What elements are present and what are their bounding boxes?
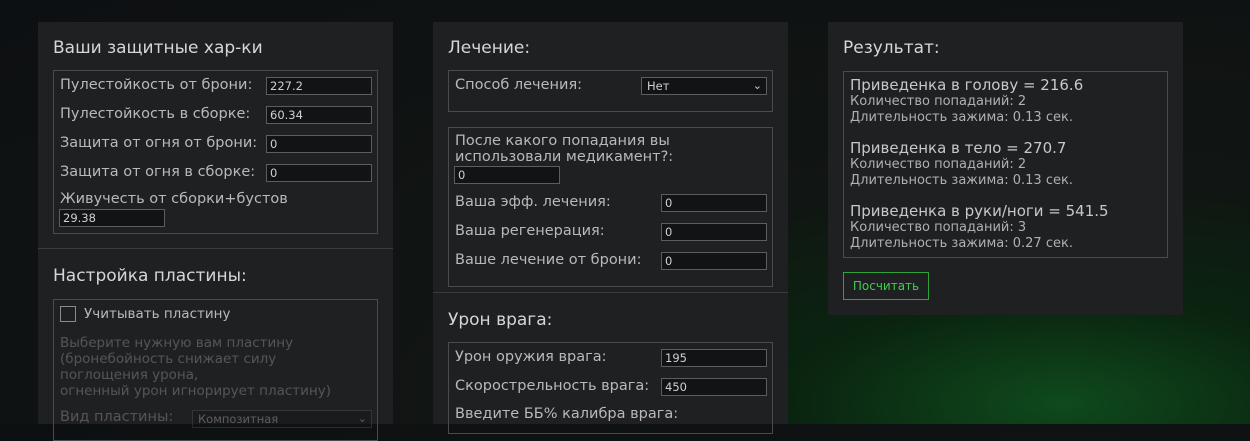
divider bbox=[38, 248, 393, 249]
armor-heal-input[interactable] bbox=[661, 252, 767, 270]
enemy-caliber-label: Введите ББ% калибра врага: bbox=[455, 406, 679, 422]
result-hits: Количество попаданий: 2 bbox=[850, 157, 1027, 172]
armor-bullet-label: Пулестойкость от брони: bbox=[60, 77, 253, 93]
healing-method-select[interactable]: Нет ⌄ bbox=[641, 77, 767, 95]
after-hit-label: После какого попадания вы bbox=[455, 133, 670, 149]
build-bullet-input[interactable] bbox=[266, 106, 372, 124]
enemy-box: Урон оружия врага: Скорострельность враг… bbox=[448, 342, 773, 434]
plate-hint-line: (бронебойность снижает силу bbox=[60, 351, 277, 367]
healing-panel: Лечение: Способ лечения: Нет ⌄ После как… bbox=[433, 22, 788, 434]
result-hits: Количество попаданий: 2 bbox=[850, 94, 1027, 109]
healing-method-box: Способ лечения: Нет ⌄ bbox=[448, 70, 773, 112]
enemy-damage-label: Урон оружия врага: bbox=[455, 349, 607, 365]
after-hit-label: использовали медикамент?: bbox=[455, 149, 674, 165]
armor-fire-label: Защита от огня от брони: bbox=[60, 135, 258, 151]
result-duration: Длительность зажима: 0.27 сек. bbox=[850, 236, 1073, 251]
armor-heal-label: Ваше лечение от брони: bbox=[455, 252, 642, 268]
healing-title: Лечение: bbox=[448, 38, 531, 58]
divider bbox=[433, 292, 788, 293]
result-head: Приведенка в тело = 270.7 bbox=[850, 139, 1067, 157]
result-duration: Длительность зажима: 0.13 сек. bbox=[850, 173, 1073, 188]
plate-hint-line: поглощения урона, bbox=[60, 367, 199, 383]
defense-panel: Ваши защитные хар-ки Пулестойкость от бр… bbox=[38, 22, 393, 441]
plate-hint-line: огненный урон игнорирует пластину) bbox=[60, 383, 331, 399]
plate-box: Учитывать пластину Выберите нужную вам п… bbox=[53, 299, 378, 441]
calculate-button[interactable]: Посчитать bbox=[843, 272, 929, 300]
armor-fire-input[interactable] bbox=[266, 135, 372, 153]
defense-title: Ваши защитные хар-ки bbox=[53, 38, 263, 58]
plate-checkbox-label: Учитывать пластину bbox=[84, 306, 231, 322]
result-title: Результат: bbox=[843, 38, 940, 58]
result-head: Приведенка в руки/ноги = 541.5 bbox=[850, 202, 1109, 220]
result-box: Приведенка в голову = 216.6 Количество п… bbox=[843, 71, 1168, 258]
enemy-title: Урон врага: bbox=[448, 310, 553, 330]
defense-box: Пулестойкость от брони: Пулестойкость в … bbox=[53, 70, 378, 234]
healing-method-label: Способ лечения: bbox=[455, 77, 583, 93]
result-head: Приведенка в голову = 216.6 bbox=[850, 76, 1084, 94]
build-fire-input[interactable] bbox=[266, 164, 372, 182]
after-hit-input[interactable] bbox=[454, 166, 560, 184]
result-duration: Длительность зажима: 0.13 сек. bbox=[850, 110, 1073, 125]
healing-params-box: После какого попадания вы использовали м… bbox=[448, 127, 773, 287]
result-panel: Результат: Приведенка в голову = 216.6 К… bbox=[828, 22, 1183, 315]
plate-type-label: Вид пластины: bbox=[60, 409, 174, 425]
armor-bullet-input[interactable] bbox=[266, 77, 372, 95]
build-fire-label: Защита от огня в сборке: bbox=[60, 164, 256, 180]
vitality-label: Живучесть от сборки+бустов bbox=[60, 191, 288, 207]
regeneration-label: Ваша регенерация: bbox=[455, 223, 605, 239]
plate-type-select[interactable]: Композитная ⌄ bbox=[192, 410, 372, 428]
chevron-down-icon: ⌄ bbox=[752, 79, 762, 92]
enemy-damage-input[interactable] bbox=[661, 349, 767, 367]
enemy-firerate-input[interactable] bbox=[661, 378, 767, 396]
regeneration-input[interactable] bbox=[661, 223, 767, 241]
plate-title: Настройка пластины: bbox=[53, 266, 247, 286]
plate-checkbox[interactable] bbox=[60, 306, 76, 322]
heal-efficiency-input[interactable] bbox=[661, 194, 767, 212]
vitality-input[interactable] bbox=[59, 209, 165, 227]
build-bullet-label: Пулестойкость в сборке: bbox=[60, 106, 251, 122]
healing-method-value: Нет bbox=[647, 79, 670, 93]
heal-efficiency-label: Ваша эфф. лечения: bbox=[455, 194, 611, 210]
plate-hint-line: Выберите нужную вам пластину bbox=[60, 335, 294, 351]
enemy-firerate-label: Скорострельность врага: bbox=[455, 378, 650, 394]
chevron-down-icon: ⌄ bbox=[357, 412, 367, 425]
result-hits: Количество попаданий: 3 bbox=[850, 220, 1027, 235]
